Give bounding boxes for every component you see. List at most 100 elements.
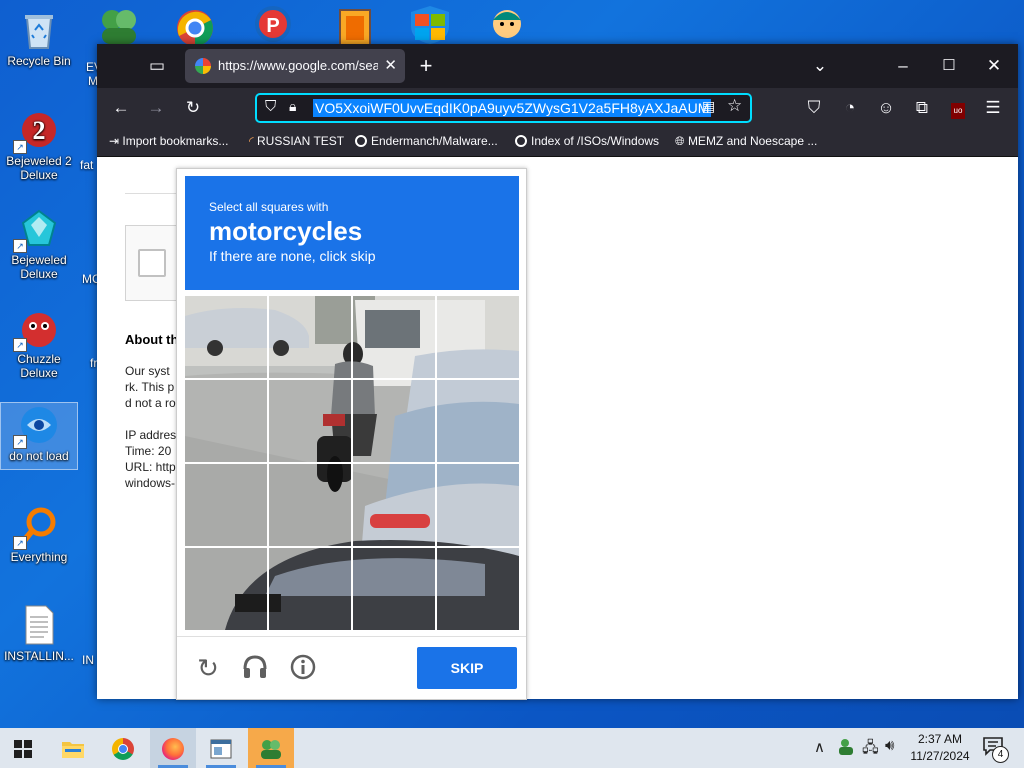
reader-view-icon[interactable]: ▤	[702, 98, 715, 115]
url-bar[interactable]: ⛉ 🔒︎ VO5XxoiWF0UvvEqdIK0pA9uyv5ZWysG1V2a…	[255, 93, 752, 123]
bookmark-label: Import bookmarks...	[122, 134, 229, 148]
partial-desktop-icon[interactable]	[170, 6, 220, 46]
grid-line	[185, 462, 519, 464]
partial-desktop-icon[interactable]	[405, 4, 455, 44]
ublock-icon[interactable]: uo	[945, 95, 971, 121]
grid-tile[interactable]	[437, 380, 519, 462]
menu-icon[interactable]: ☰	[980, 95, 1006, 121]
close-tab-icon[interactable]: ✕	[384, 56, 397, 74]
desktop-icon-installing[interactable]: INSTALLIN...	[1, 603, 77, 663]
partial-icon-label: fat	[80, 158, 94, 172]
grid-tile[interactable]	[353, 464, 435, 546]
desktop-icon-recycle-bin[interactable]: Recycle Bin	[1, 8, 77, 68]
desktop-icon-label: Everything	[10, 550, 68, 564]
grid-tile[interactable]	[269, 380, 351, 462]
everything-search-icon: ↗	[13, 504, 61, 550]
grid-tile[interactable]	[185, 464, 267, 546]
list-tabs-chevron-icon[interactable]: ⌄	[807, 53, 833, 79]
bookmark-russian-test[interactable]: ◜ RUSSIAN TEST	[249, 134, 344, 148]
new-tab-icon[interactable]: +	[413, 53, 439, 79]
window-app-icon	[210, 739, 232, 759]
taskbar-firefox[interactable]	[150, 728, 196, 768]
bejeweled2-icon: 2 ↗	[13, 108, 61, 154]
minimize-icon[interactable]: –	[890, 53, 916, 79]
instruction-small: Select all squares with	[209, 200, 329, 214]
bookmark-isos[interactable]: Index of /ISOs/Windows	[515, 134, 659, 148]
challenge-target: motorcycles	[209, 216, 363, 246]
partial-desktop-icon[interactable]: P	[248, 4, 298, 44]
firefox-view-icon[interactable]: ◔	[837, 95, 863, 121]
taskbar: ∧ 🖧︎ 🔊︎ 2:37 AM 11/27/2024 4	[0, 728, 1024, 768]
show-hidden-icons-chevron[interactable]: ∧	[814, 738, 825, 756]
grid-tile[interactable]	[437, 464, 519, 546]
taskbar-app-window[interactable]	[198, 728, 244, 768]
grid-tile[interactable]	[185, 296, 267, 378]
bookmark-label: Index of /ISOs/Windows	[531, 134, 660, 148]
taskbar-messenger[interactable]	[248, 728, 294, 768]
page-line: d not a ro	[125, 396, 176, 410]
grid-tile[interactable]	[353, 548, 435, 630]
page-line: rk. This p	[125, 380, 175, 394]
spinner-icon: ◜	[249, 134, 257, 148]
partial-desktop-icon[interactable]	[482, 4, 532, 44]
pocket-icon[interactable]: ⛉	[801, 95, 827, 121]
grid-tile[interactable]	[185, 380, 267, 462]
image-grid	[185, 296, 519, 630]
browser-tab[interactable]: https://www.google.com/searc ✕	[185, 49, 405, 83]
chuzzle-icon: ↗	[13, 306, 61, 352]
page-text: Our syst rk. This p d not a ro IP addres…	[125, 363, 176, 491]
desktop-icon-label: Bejeweled Deluxe	[11, 253, 67, 281]
grid-tile[interactable]	[353, 380, 435, 462]
audio-challenge-icon[interactable]	[240, 653, 270, 683]
account-icon[interactable]: ☺	[873, 95, 899, 121]
recaptcha-checkbox[interactable]	[138, 249, 166, 277]
tray-messenger-icon[interactable]	[837, 737, 857, 762]
desktop-icon-label: Bejeweled 2 Deluxe	[6, 154, 72, 182]
clock[interactable]: 2:37 AM 11/27/2024	[906, 731, 974, 765]
about-heading: About th	[125, 332, 179, 347]
desktop-icon-do-not-load[interactable]: ↗ do not load	[0, 402, 78, 470]
partial-icon-label: IN	[82, 653, 94, 667]
bookmark-memz[interactable]: 🌐︎ MEMZ and Noescape ...	[675, 134, 817, 149]
forward-icon[interactable]: →	[143, 95, 169, 121]
grid-tile[interactable]	[437, 296, 519, 378]
bookmark-import[interactable]: ⇥ Import bookmarks...	[109, 134, 228, 148]
grid-line	[185, 378, 519, 380]
url-text[interactable]: VO5XxoiWF0UvvEqdIK0pA9uyv5ZWysG1V2a5FH8y…	[313, 99, 712, 117]
close-window-icon[interactable]: ✕	[981, 53, 1007, 79]
tab-overview-icon[interactable]: ▭	[144, 53, 170, 79]
notification-center-icon[interactable]: 4	[982, 736, 1009, 763]
svg-text:P: P	[266, 15, 279, 37]
skip-button[interactable]: SKIP	[417, 647, 517, 689]
shortcut-arrow-icon: ↗	[13, 140, 27, 154]
taskbar-chrome[interactable]	[100, 728, 146, 768]
bookmark-star-icon[interactable]: ☆	[727, 96, 742, 116]
maximize-icon[interactable]: ☐	[936, 53, 962, 79]
partial-desktop-icon[interactable]	[94, 6, 144, 46]
grid-line	[185, 546, 519, 548]
grid-tile[interactable]	[269, 548, 351, 630]
extensions-icon[interactable]: ⧉	[909, 95, 935, 121]
info-icon[interactable]	[288, 653, 318, 683]
grid-tile[interactable]	[437, 548, 519, 630]
desktop-icon-label: Recycle Bin	[7, 54, 71, 68]
reload-icon[interactable]: ↻	[180, 95, 206, 121]
windows-logo-icon	[14, 739, 32, 758]
network-icon[interactable]: 🖧︎	[862, 737, 879, 762]
start-button[interactable]	[0, 728, 46, 768]
back-icon[interactable]: ←	[108, 95, 134, 121]
partial-desktop-icon[interactable]	[330, 6, 380, 47]
desktop-icon-chuzzle[interactable]: ↗ Chuzzle Deluxe	[1, 306, 77, 380]
page-line: windows-	[125, 476, 176, 490]
grid-tile[interactable]	[185, 548, 267, 630]
taskbar-file-explorer[interactable]	[50, 728, 96, 768]
reload-challenge-icon[interactable]: ↻	[193, 653, 223, 683]
desktop-icon-bejeweled-2[interactable]: 2 ↗ Bejeweled 2 Deluxe	[1, 108, 77, 182]
grid-tile[interactable]	[269, 296, 351, 378]
volume-icon[interactable]: 🔊︎	[885, 737, 894, 754]
bookmark-endermanch[interactable]: Endermanch/Malware...	[355, 134, 498, 148]
grid-tile[interactable]	[269, 464, 351, 546]
desktop-icon-everything[interactable]: ↗ Everything	[1, 504, 77, 564]
grid-tile[interactable]	[353, 296, 435, 378]
desktop-icon-bejeweled[interactable]: ↗ Bejeweled Deluxe	[1, 207, 77, 281]
